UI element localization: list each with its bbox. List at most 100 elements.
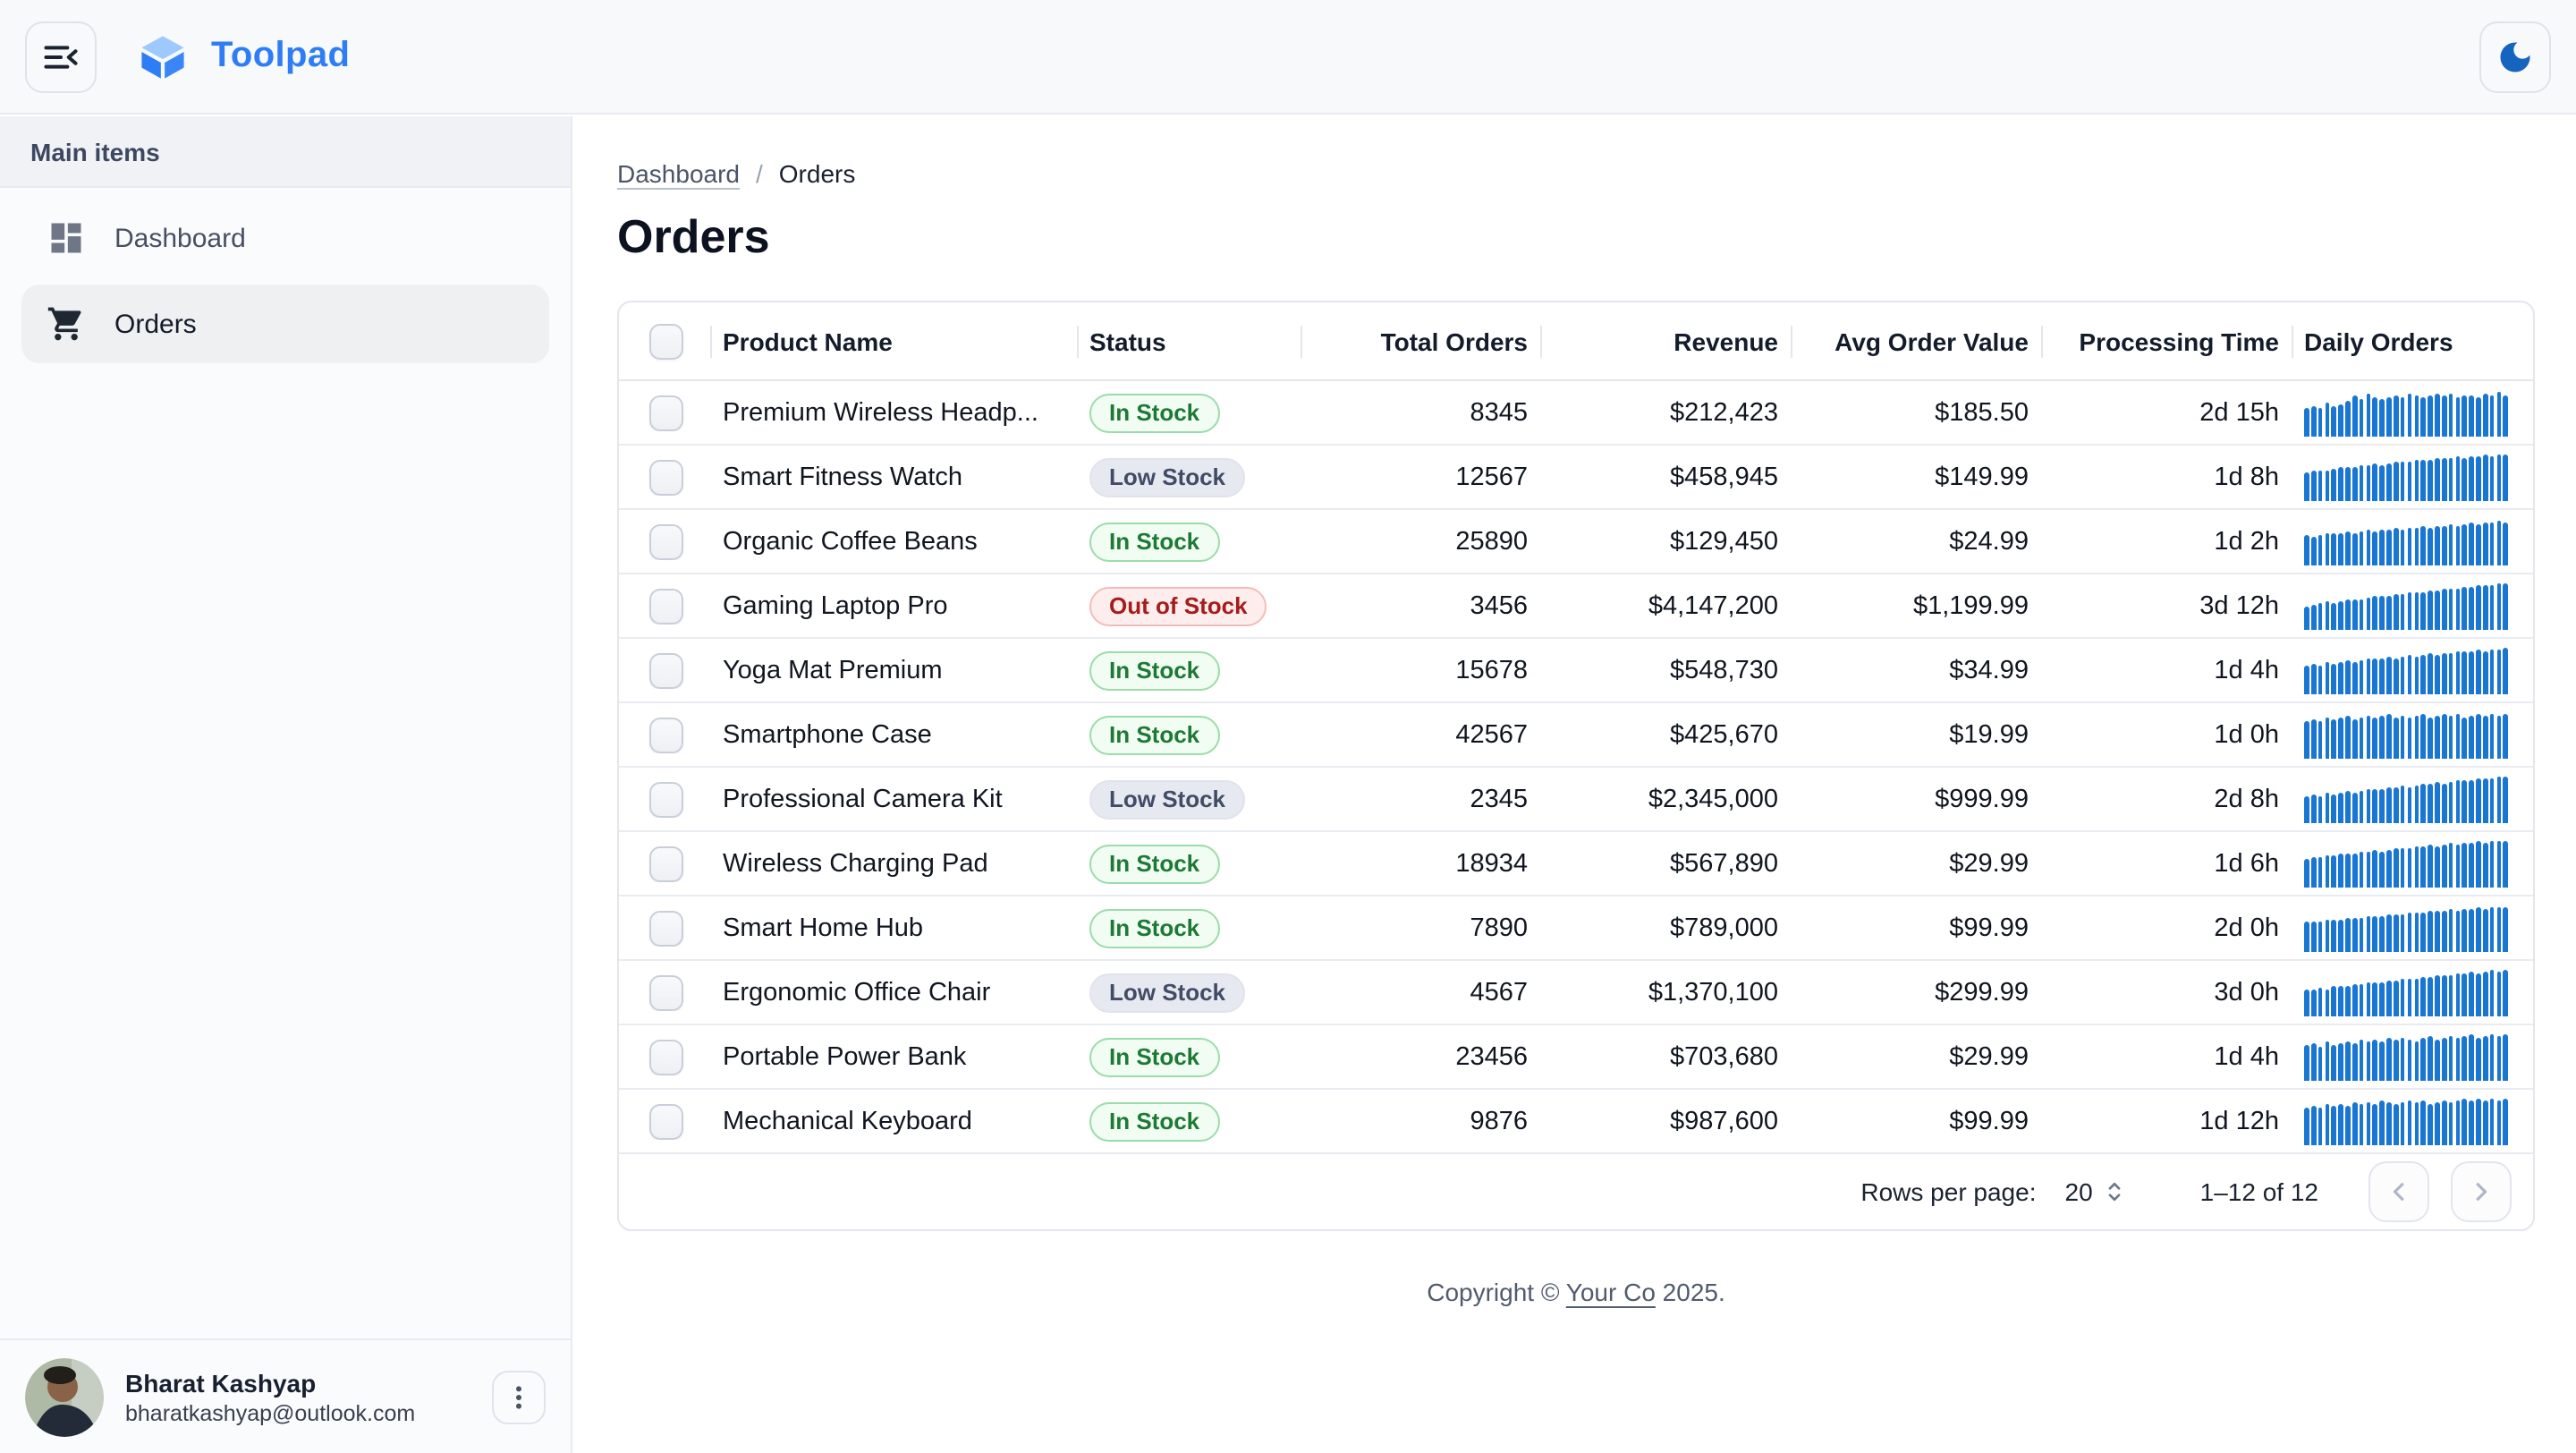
table-row[interactable]: Ergonomic Office ChairLow Stock4567$1,37… [619, 961, 2533, 1025]
total-orders-cell: 7890 [1302, 913, 1542, 942]
revenue-cell: $129,450 [1542, 527, 1792, 556]
daily-orders-sparkline [2304, 905, 2508, 951]
table-row[interactable]: Mechanical KeyboardIn Stock9876$987,600$… [619, 1090, 2533, 1154]
row-checkbox[interactable] [648, 910, 682, 946]
select-all-checkbox[interactable] [648, 323, 682, 359]
product-name-cell: Yoga Mat Premium [712, 656, 1079, 684]
app-logo[interactable]: Toolpad [136, 30, 350, 83]
total-orders-cell: 23456 [1302, 1042, 1542, 1071]
sidebar-item-orders[interactable]: Orders [21, 285, 549, 363]
status-badge: Low Stock [1089, 973, 1245, 1012]
processing-time-cell: 1d 8h [2043, 463, 2293, 491]
breadcrumb-current: Orders [779, 159, 856, 188]
table-row[interactable]: Smart Home HubIn Stock7890$789,000$99.99… [619, 896, 2533, 961]
column-header-total_orders[interactable]: Total Orders [1302, 302, 1542, 379]
daily-orders-sparkline [2304, 711, 2508, 758]
table-header-row: Product NameStatusTotal OrdersRevenueAvg… [619, 302, 2533, 381]
total-orders-cell: 25890 [1302, 527, 1542, 556]
kebab-icon [504, 1382, 533, 1411]
sidebar-item-label: Dashboard [114, 223, 246, 253]
breadcrumb-dashboard-link[interactable]: Dashboard [617, 159, 740, 188]
avatar [25, 1357, 104, 1436]
avg-order-value-cell: $149.99 [1792, 463, 2043, 491]
processing-time-cell: 3d 12h [2043, 591, 2293, 620]
sidebar-user-panel: Bharat Kashyap bharatkashyap@outlook.com [0, 1338, 571, 1453]
avg-order-value-cell: $185.50 [1792, 398, 2043, 427]
table-row[interactable]: Premium Wireless Headp...In Stock8345$21… [619, 381, 2533, 446]
processing-time-cell: 1d 12h [2043, 1107, 2293, 1135]
column-header-processing_time[interactable]: Processing Time [2043, 302, 2293, 379]
revenue-cell: $987,600 [1542, 1107, 1792, 1135]
revenue-cell: $703,680 [1542, 1042, 1792, 1071]
table-row[interactable]: Yoga Mat PremiumIn Stock15678$548,730$34… [619, 639, 2533, 703]
column-header-status[interactable]: Status [1079, 302, 1302, 379]
row-checkbox[interactable] [648, 781, 682, 817]
copyright-suffix: 2025. [1656, 1278, 1725, 1306]
total-orders-cell: 15678 [1302, 656, 1542, 684]
status-cell: Low Stock [1079, 457, 1302, 497]
shopping-cart-icon [47, 304, 86, 344]
table-row[interactable]: Professional Camera KitLow Stock2345$2,3… [619, 768, 2533, 832]
table-row[interactable]: Smart Fitness WatchLow Stock12567$458,94… [619, 446, 2533, 510]
theme-toggle-button[interactable] [2479, 21, 2551, 92]
company-link[interactable]: Your Co [1566, 1278, 1656, 1306]
user-menu-button[interactable] [492, 1370, 546, 1423]
daily-orders-sparkline [2304, 1098, 2508, 1144]
sidebar-item-dashboard[interactable]: Dashboard [21, 199, 549, 277]
product-name-cell: Smart Fitness Watch [712, 463, 1079, 491]
row-checkbox[interactable] [648, 459, 682, 495]
daily-orders-cell [2293, 840, 2533, 887]
status-cell: In Stock [1079, 393, 1302, 432]
app-title: Toolpad [211, 36, 350, 77]
daily-orders-cell [2293, 1098, 2533, 1144]
row-checkbox[interactable] [648, 845, 682, 881]
avg-order-value-cell: $19.99 [1792, 720, 2043, 749]
processing-time-cell: 2d 8h [2043, 785, 2293, 813]
table-row[interactable]: Wireless Charging PadIn Stock18934$567,8… [619, 832, 2533, 896]
status-cell: Low Stock [1079, 973, 1302, 1012]
column-header-daily_orders[interactable]: Daily Orders [2293, 302, 2533, 379]
row-checkbox-cell [619, 910, 712, 946]
processing-time-cell: 1d 0h [2043, 720, 2293, 749]
rows-per-page-select[interactable]: 20 [2065, 1177, 2129, 1206]
row-checkbox[interactable] [648, 717, 682, 752]
column-header-revenue[interactable]: Revenue [1542, 302, 1792, 379]
row-checkbox[interactable] [648, 974, 682, 1010]
row-checkbox[interactable] [648, 652, 682, 688]
processing-time-cell: 1d 2h [2043, 527, 2293, 556]
row-checkbox[interactable] [648, 588, 682, 624]
user-meta: Bharat Kashyap bharatkashyap@outlook.com [125, 1368, 415, 1425]
column-header-product[interactable]: Product Name [712, 302, 1079, 379]
user-email: bharatkashyap@outlook.com [125, 1400, 415, 1425]
next-page-button[interactable] [2451, 1161, 2512, 1222]
total-orders-cell: 8345 [1302, 398, 1542, 427]
table-row[interactable]: Organic Coffee BeansIn Stock25890$129,45… [619, 510, 2533, 574]
status-badge: In Stock [1089, 1037, 1219, 1076]
top-bar: Toolpad [0, 0, 2576, 115]
row-checkbox[interactable] [648, 395, 682, 430]
row-checkbox-cell [619, 1103, 712, 1139]
row-checkbox-cell [619, 974, 712, 1010]
avg-order-value-cell: $34.99 [1792, 656, 2043, 684]
table-row[interactable]: Gaming Laptop ProOut of Stock3456$4,147,… [619, 574, 2533, 639]
row-checkbox-cell [619, 1039, 712, 1075]
total-orders-cell: 42567 [1302, 720, 1542, 749]
row-checkbox-cell [619, 459, 712, 495]
status-cell: Out of Stock [1079, 586, 1302, 625]
product-name-cell: Wireless Charging Pad [712, 849, 1079, 878]
previous-page-button[interactable] [2368, 1161, 2429, 1222]
revenue-cell: $789,000 [1542, 913, 1792, 942]
status-cell: In Stock [1079, 522, 1302, 561]
product-name-cell: Mechanical Keyboard [712, 1107, 1079, 1135]
status-badge: Low Stock [1089, 779, 1245, 819]
total-orders-cell: 18934 [1302, 849, 1542, 878]
row-checkbox[interactable] [648, 1103, 682, 1139]
row-checkbox[interactable] [648, 1039, 682, 1075]
row-checkbox[interactable] [648, 523, 682, 559]
column-header-avg_order_value[interactable]: Avg Order Value [1792, 302, 2043, 379]
select-all-header-cell[interactable] [619, 302, 712, 379]
table-row[interactable]: Smartphone CaseIn Stock42567$425,670$19.… [619, 703, 2533, 768]
daily-orders-sparkline [2304, 582, 2508, 629]
collapse-sidebar-button[interactable] [25, 21, 97, 92]
table-row[interactable]: Portable Power BankIn Stock23456$703,680… [619, 1025, 2533, 1090]
